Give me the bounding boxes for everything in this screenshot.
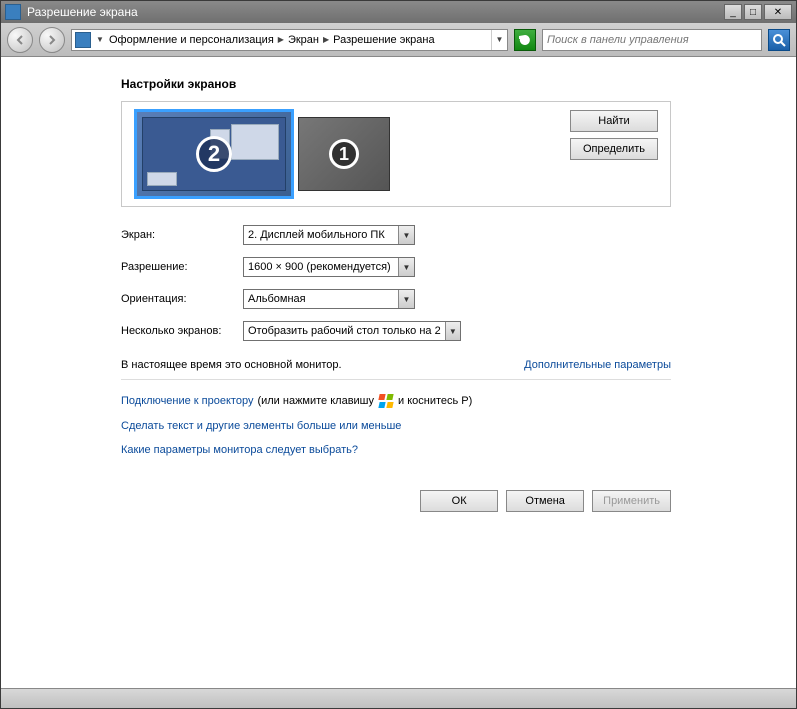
projector-text-b: (или нажмите клавишу (257, 395, 374, 407)
breadcrumb-drop[interactable]: ▼ (491, 30, 507, 50)
find-button[interactable]: Найти (570, 110, 658, 132)
chevron-down-icon: ▼ (398, 290, 414, 308)
display-label: Экран: (121, 229, 243, 241)
windows-logo-icon (379, 394, 393, 408)
app-icon (5, 4, 21, 20)
monitors-area: 2 1 (134, 109, 570, 199)
nav-back-button[interactable] (7, 27, 33, 53)
taskbar-icon (147, 172, 177, 186)
chevron-down-icon: ▼ (398, 258, 414, 276)
statusbar (1, 688, 796, 708)
multi-select[interactable]: Отобразить рабочий стол только на 2 ▼ (243, 321, 461, 341)
nav-forward-button[interactable] (39, 27, 65, 53)
text-size-link[interactable]: Сделать текст и другие элементы больше и… (121, 420, 401, 432)
monitor-1-number: 1 (329, 139, 359, 169)
window: Разрешение экрана _ □ ✕ ▼ Оформление и п… (0, 0, 797, 709)
page-heading: Настройки экранов (121, 77, 671, 91)
chevron-down-icon: ▼ (445, 322, 460, 340)
maximize-button[interactable]: □ (744, 4, 762, 20)
window-icon (231, 124, 279, 160)
resolution-select[interactable]: 1600 × 900 (рекомендуется) ▼ (243, 257, 415, 277)
projector-link[interactable]: Подключение к проектору (121, 395, 253, 407)
breadcrumb-icon (75, 32, 91, 48)
advanced-settings-link[interactable]: Дополнительные параметры (524, 359, 671, 371)
breadcrumb-seg-2[interactable]: Экран (285, 34, 322, 46)
projector-text-c: и коснитесь P) (398, 395, 472, 407)
breadcrumb-seg-3[interactable]: Разрешение экрана (330, 34, 437, 46)
titlebar: Разрешение экрана _ □ ✕ (1, 1, 796, 23)
monitors-buttons: Найти Определить (570, 110, 658, 160)
monitor-2-number: 2 (196, 136, 232, 172)
window-title: Разрешение экрана (27, 5, 724, 19)
orientation-label: Ориентация: (121, 293, 243, 305)
identify-button[interactable]: Определить (570, 138, 658, 160)
multi-select-value: Отобразить рабочий стол только на 2 (248, 325, 441, 337)
search-box (542, 29, 762, 51)
search-input[interactable] (543, 34, 761, 46)
breadcrumb-seg-1[interactable]: Оформление и персонализация (106, 34, 277, 46)
multi-label: Несколько экранов: (121, 325, 243, 337)
monitor-2[interactable]: 2 (134, 109, 294, 199)
chevron-down-icon: ▼ (398, 226, 414, 244)
resolution-label: Разрешение: (121, 261, 243, 273)
apply-button[interactable]: Применить (592, 490, 671, 512)
monitors-preview-box: 2 1 Найти Определить (121, 101, 671, 207)
resolution-select-value: 1600 × 900 (рекомендуется) (248, 261, 394, 273)
refresh-button[interactable] (514, 29, 536, 51)
ok-button[interactable]: ОК (420, 490, 498, 512)
which-settings-link[interactable]: Какие параметры монитора следует выбрать… (121, 444, 358, 456)
navbar: ▼ Оформление и персонализация ▶ Экран ▶ … (1, 23, 796, 57)
minimize-button[interactable]: _ (724, 4, 742, 20)
title-controls: _ □ ✕ (724, 4, 792, 20)
display-select-value: 2. Дисплей мобильного ПК (248, 229, 394, 241)
breadcrumb-root-drop[interactable]: ▼ (94, 35, 106, 44)
dialog-buttons: ОК Отмена Применить (121, 490, 671, 512)
chevron-right-icon: ▶ (322, 35, 330, 44)
orientation-select-value: Альбомная (248, 293, 394, 305)
monitor-1[interactable]: 1 (298, 117, 390, 191)
chevron-right-icon: ▶ (277, 35, 285, 44)
projector-line: Подключение к проектору (или нажмите кла… (121, 394, 671, 408)
primary-monitor-status: В настоящее время это основной монитор. (121, 359, 342, 371)
search-button[interactable] (768, 29, 790, 51)
cancel-button[interactable]: Отмена (506, 490, 584, 512)
orientation-select[interactable]: Альбомная ▼ (243, 289, 415, 309)
content-area: Настройки экранов 2 1 Найти (1, 57, 796, 688)
breadcrumb[interactable]: ▼ Оформление и персонализация ▶ Экран ▶ … (71, 29, 508, 51)
close-button[interactable]: ✕ (764, 4, 792, 20)
display-select[interactable]: 2. Дисплей мобильного ПК ▼ (243, 225, 415, 245)
